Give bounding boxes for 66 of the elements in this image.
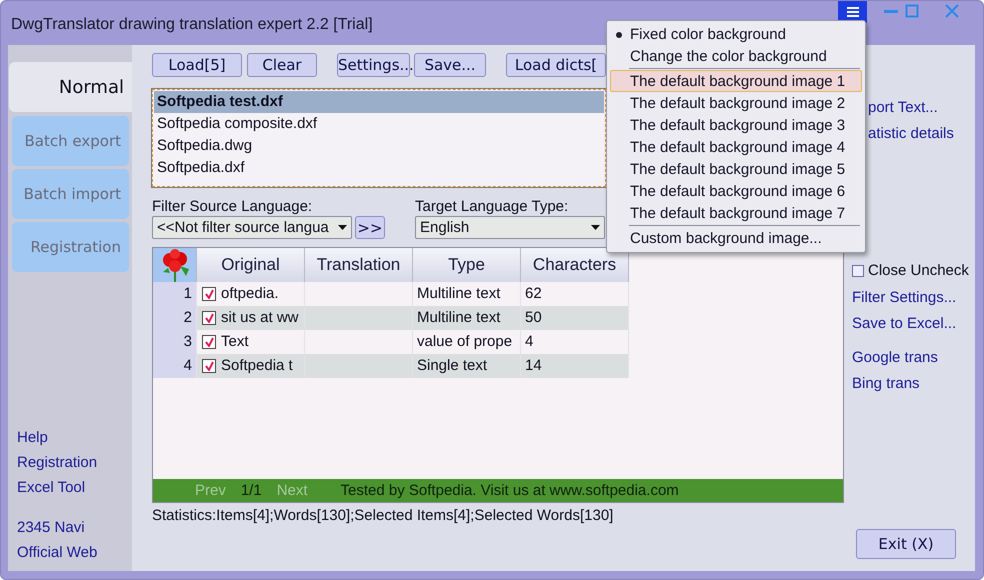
checkbox[interactable]: [852, 264, 864, 276]
row-checkbox[interactable]: [202, 287, 216, 301]
side-link[interactable]: Google trans: [852, 345, 938, 371]
column-header[interactable]: Translation: [305, 248, 413, 282]
row-checkbox[interactable]: [202, 311, 216, 325]
menu-item[interactable]: The default background image 3: [610, 114, 862, 136]
target-label: Target Language Type:: [415, 198, 568, 214]
menu-item[interactable]: The default background image 6: [610, 180, 862, 202]
toolbar-button[interactable]: Load dicts[: [506, 53, 606, 77]
table-cell-text: Text: [221, 332, 249, 352]
row-number: 3: [153, 330, 197, 354]
row-checkbox[interactable]: [202, 359, 216, 373]
side-link[interactable]: Save to Excel...: [852, 311, 956, 337]
caret-icon: [591, 225, 600, 230]
row-number: 2: [153, 306, 197, 330]
toolbar-button[interactable]: Settings...: [337, 53, 410, 77]
sidebar-link[interactable]: Registration: [17, 450, 98, 475]
menu-item[interactable]: Change the color background: [610, 45, 862, 67]
pager-note: Tested by Softpedia. Visit us at www.softpedia.com: [340, 482, 679, 499]
side-link[interactable]: port Text...: [868, 95, 938, 121]
sidebar-link[interactable]: 2345 Navi: [17, 515, 85, 540]
table-cell-text: Softpedia t: [221, 356, 293, 376]
row-number: 4: [153, 354, 197, 378]
row-checkbox[interactable]: [202, 335, 216, 349]
menu-item[interactable]: The default background image 1: [610, 70, 862, 92]
menu-item[interactable]: The default background image 4: [610, 136, 862, 158]
table-cell: 14: [521, 354, 629, 378]
menu-item[interactable]: The default background image 2: [610, 92, 862, 114]
menu-item[interactable]: Custom background image...: [610, 227, 862, 249]
sidebar-link[interactable]: Help: [17, 425, 48, 450]
menu-item[interactable]: The default background image 5: [610, 158, 862, 180]
close-uncheck-label[interactable]: Close Uncheck: [852, 262, 969, 279]
caret-icon: [338, 225, 347, 230]
table-cell-text: oftpedia.: [221, 284, 279, 304]
table-cell: 50: [521, 306, 629, 330]
column-header[interactable]: Type: [413, 248, 521, 282]
menu-item[interactable]: Fixed color background: [610, 23, 862, 45]
source-language-dropdown[interactable]: <<Not filter source langua: [152, 216, 352, 239]
file-item[interactable]: Softpedia.dwg: [154, 135, 604, 157]
column-header[interactable]: Characters: [521, 248, 629, 282]
file-list[interactable]: Softpedia test.dxf Softpedia composite.dxf Softpedia.dwg Softpedia.dxf: [152, 89, 606, 187]
toolbar-button[interactable]: Save...: [414, 53, 486, 77]
toolbar-button[interactable]: Clear: [247, 53, 317, 77]
sidebar-link[interactable]: Official Web: [17, 540, 98, 565]
sidebar-link[interactable]: Excel Tool: [17, 475, 86, 500]
statistics-text: Statistics:Items[4];Words[130];Selected Items[4];Selected Words[130]: [152, 507, 614, 524]
filter-button[interactable]: >>: [355, 216, 385, 239]
filter-label: Filter Source Language:: [152, 198, 314, 214]
window-title: DwgTranslator drawing translation expert 2.2 [Trial]: [11, 16, 373, 34]
toolbar-button[interactable]: Load[5]: [152, 53, 242, 77]
row-number: 1: [153, 282, 197, 306]
file-item[interactable]: Softpedia test.dxf: [154, 91, 604, 113]
target-language-dropdown[interactable]: English: [415, 216, 605, 239]
table-cell: Single text: [413, 354, 521, 378]
page-number: 1/1: [240, 482, 262, 499]
sidebar-tab[interactable]: Normal: [9, 62, 132, 112]
menu-item[interactable]: The default background image 7: [610, 202, 862, 224]
table-cell-text: sit us at ww: [221, 308, 299, 328]
side-link[interactable]: Filter Settings...: [852, 285, 956, 311]
exit-button[interactable]: Exit (X): [856, 529, 956, 559]
file-item[interactable]: Softpedia composite.dxf: [154, 113, 604, 135]
file-item[interactable]: Softpedia.dxf: [154, 157, 604, 179]
table-cell: Multiline text: [413, 306, 521, 330]
column-header[interactable]: Original: [197, 248, 305, 282]
side-link[interactable]: atistic details: [868, 121, 954, 147]
side-link[interactable]: Bing trans: [852, 371, 920, 397]
